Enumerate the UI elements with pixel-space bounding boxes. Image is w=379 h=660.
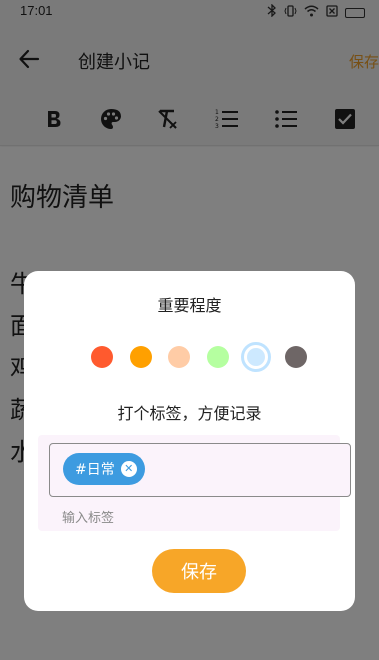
close-icon[interactable]: ✕ (120, 461, 137, 477)
color-option[interactable] (207, 346, 229, 368)
importance-title: 重要程度 (157, 296, 222, 315)
color-option[interactable] (91, 346, 113, 368)
color-option-selected[interactable] (241, 342, 271, 372)
tag-chip[interactable]: #日常 ✕ (63, 453, 145, 485)
color-option[interactable] (130, 346, 152, 368)
tag-input-placeholder[interactable]: 输入标签 (62, 507, 114, 526)
tag-title: 打个标签，方便记录 (117, 404, 262, 423)
color-option[interactable] (168, 346, 190, 368)
tag-dialog: 重要程度 打个标签，方便记录 #日常 ✕ 输入标签 保存 (24, 271, 355, 611)
tag-input-area: #日常 ✕ 输入标签 (38, 435, 351, 531)
tag-input-box[interactable]: #日常 ✕ (49, 443, 351, 497)
importance-color-picker (91, 342, 311, 372)
tag-chip-label: #日常 (75, 462, 115, 478)
color-option[interactable] (285, 346, 307, 368)
save-button[interactable]: 保存 (152, 549, 246, 593)
